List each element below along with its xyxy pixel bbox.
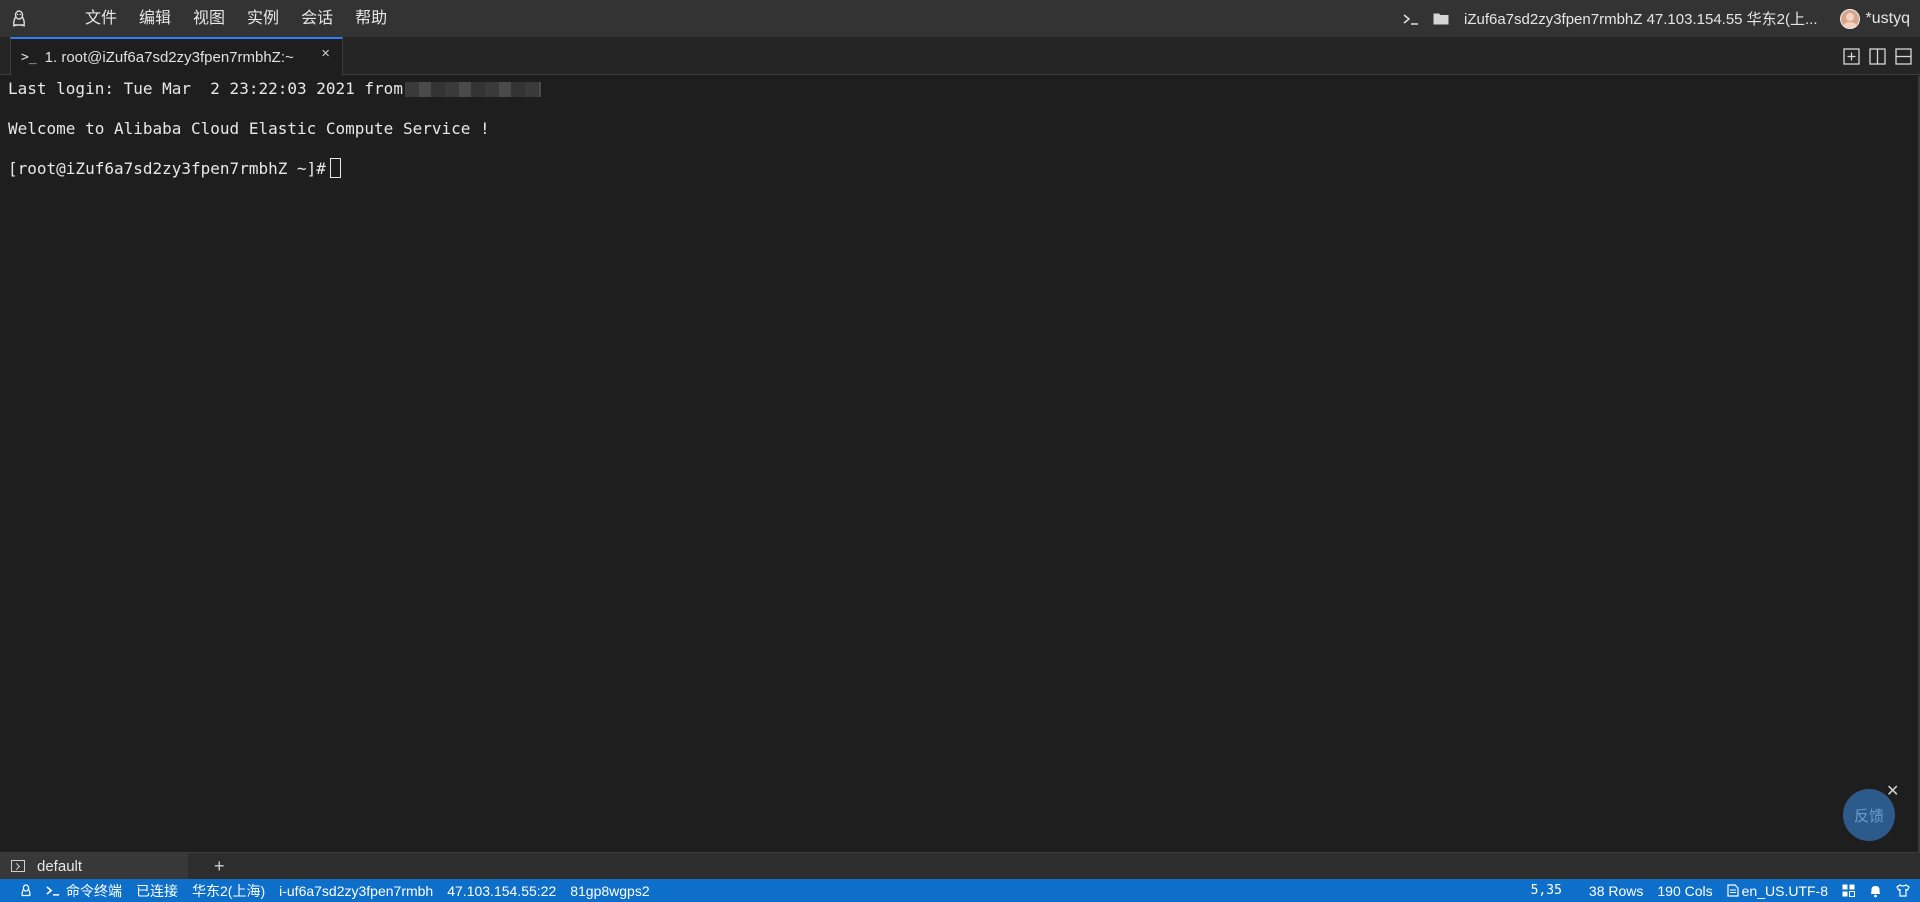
- terminal-line-welcome: Welcome to Alibaba Cloud Elastic Compute…: [8, 119, 490, 138]
- split-vertical-icon[interactable]: [1864, 37, 1890, 75]
- session-id: 81gp8wgps2: [570, 882, 650, 899]
- menu-instance[interactable]: 实例: [236, 0, 290, 37]
- statusbar-right: 5,35 38 Rows 190 Cols en_US.UTF-8: [1524, 879, 1920, 902]
- redacted-ip: [404, 82, 541, 97]
- host-address: 47.103.154.55:22: [447, 882, 557, 899]
- menu-list: 文件 编辑 视图 实例 会话 帮助: [74, 0, 398, 37]
- shell-prompt: [root@iZuf6a7sd2zy3fpen7rmbhZ ~]#: [8, 159, 326, 178]
- terminal-type-label: 命令终端: [66, 882, 122, 899]
- avatar: [1839, 8, 1860, 29]
- terminal-icon[interactable]: [1396, 0, 1426, 37]
- connection-info: iZuf6a7sd2zy3fpen7rmbhZ 47.103.154.55 华东…: [1463, 11, 1818, 28]
- linux-penguin-icon: [0, 0, 38, 37]
- rows-count: 38 Rows: [1588, 882, 1644, 899]
- layout-grid-icon[interactable]: [1835, 879, 1862, 902]
- cols-count: 190 Cols: [1657, 882, 1713, 899]
- folder-icon[interactable]: [1426, 0, 1456, 37]
- tab-close-icon[interactable]: ×: [321, 45, 330, 62]
- split-horizontal-icon[interactable]: [1890, 37, 1916, 75]
- tab-prompt-icon: >_: [21, 49, 37, 65]
- terminal-type[interactable]: 命令终端: [39, 879, 129, 902]
- feedback-close-icon[interactable]: ✕: [1886, 781, 1899, 801]
- menu-view[interactable]: 视图: [182, 0, 236, 37]
- tab-actions: [1838, 37, 1916, 75]
- new-tab-icon[interactable]: [1838, 37, 1864, 75]
- theme-shirt-icon[interactable]: [1889, 879, 1920, 902]
- terminal-session-icon: [11, 860, 25, 872]
- terminal-line-last-login: Last login: Tue Mar 2 23:22:03 2021 from: [8, 78, 541, 100]
- tab-bar: >_ 1. root@iZuf6a7sd2zy3fpen7rmbhZ:~ ×: [0, 37, 1920, 75]
- user-name: *ustyq: [1865, 9, 1910, 27]
- menu-file[interactable]: 文件: [74, 0, 128, 37]
- encoding[interactable]: en_US.UTF-8: [1720, 879, 1835, 902]
- session-bar: default +: [0, 852, 1920, 879]
- menubar-right: iZuf6a7sd2zy3fpen7rmbhZ 47.103.154.55 华东…: [1396, 0, 1920, 37]
- menu-bar: 文件 编辑 视图 实例 会话 帮助 iZuf6a7sd2zy3fpen7rmbh…: [0, 0, 1920, 37]
- cursor-position: 5,35: [1530, 883, 1562, 898]
- session-name: default: [37, 857, 83, 875]
- last-login-text: Last login: Tue Mar 2 23:22:03 2021 from: [8, 79, 403, 98]
- prompt-icon: [46, 886, 60, 896]
- add-session-button[interactable]: +: [214, 856, 225, 877]
- menu-edit[interactable]: 编辑: [128, 0, 182, 37]
- terminal-line-prompt: [root@iZuf6a7sd2zy3fpen7rmbhZ ~]#: [8, 158, 341, 180]
- instance-id: i-uf6a7sd2zy3fpen7rmbh: [279, 882, 434, 899]
- region: 华东2(上海): [192, 882, 266, 899]
- encoding-label: en_US.UTF-8: [1741, 882, 1828, 899]
- session-tab-default[interactable]: default: [0, 853, 188, 879]
- document-icon: [1727, 884, 1739, 897]
- terminal-output[interactable]: Last login: Tue Mar 2 23:22:03 2021 from…: [0, 76, 1920, 852]
- tab-label: 1. root@iZuf6a7sd2zy3fpen7rmbhZ:~: [44, 48, 294, 66]
- tab-terminal-1[interactable]: >_ 1. root@iZuf6a7sd2zy3fpen7rmbhZ:~ ×: [10, 37, 343, 75]
- terminal-app-window: 文件 编辑 视图 实例 会话 帮助 iZuf6a7sd2zy3fpen7rmbh…: [0, 0, 1920, 902]
- notification-bell-icon[interactable]: [1862, 879, 1889, 902]
- menu-help[interactable]: 帮助: [344, 0, 398, 37]
- user-menu[interactable]: *ustyq: [1826, 8, 1920, 29]
- connection-status: 已连接: [136, 882, 178, 899]
- terminal-cursor: [329, 158, 341, 178]
- status-bar: 命令终端 已连接 华东2(上海) i-uf6a7sd2zy3fpen7rmbh …: [0, 879, 1920, 902]
- linux-status-icon: [0, 879, 39, 902]
- menu-session[interactable]: 会话: [290, 0, 344, 37]
